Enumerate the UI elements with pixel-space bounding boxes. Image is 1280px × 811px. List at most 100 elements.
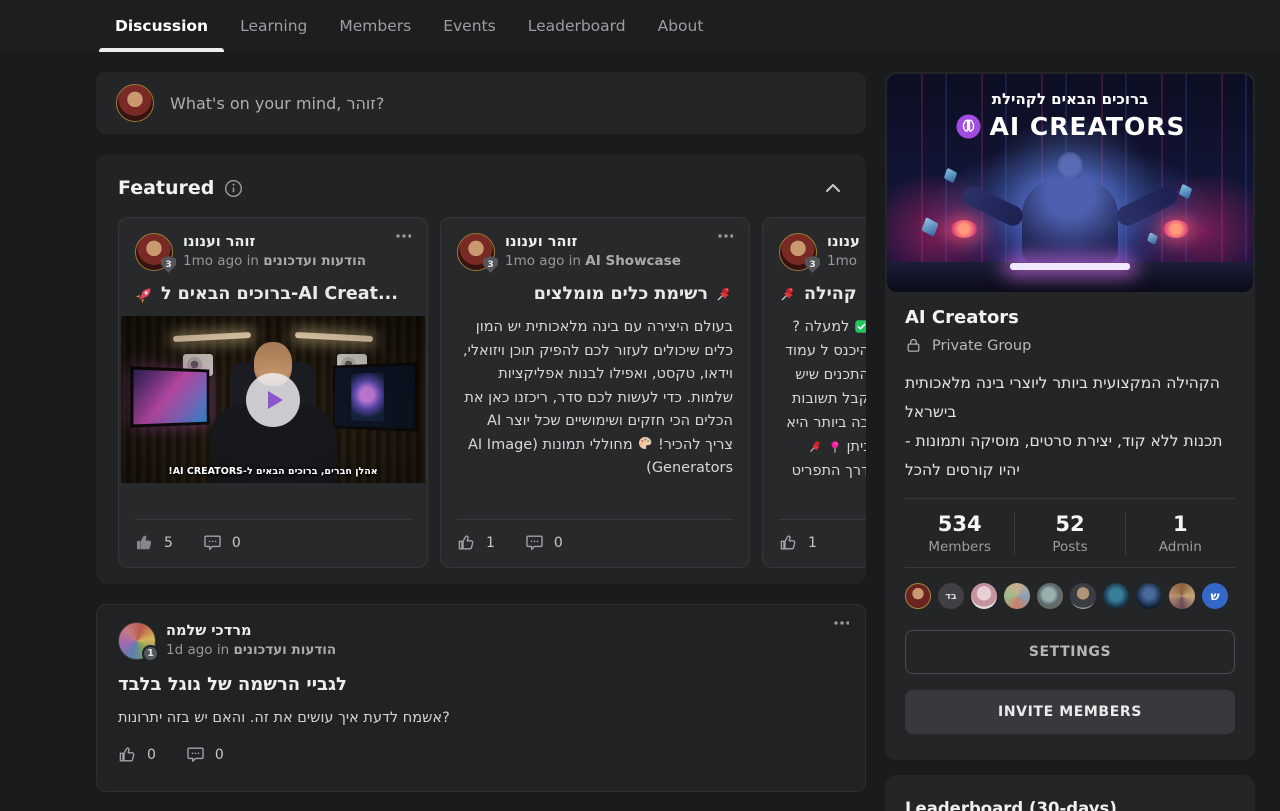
member-avatar[interactable]: בד	[938, 583, 964, 609]
tab-learning[interactable]: Learning	[224, 0, 323, 52]
stat-label: Members	[905, 539, 1014, 555]
featured-section: Featured 3 זוהר וענונו 1mo ago in הודעות…	[96, 154, 866, 584]
group-banner-image[interactable]: ברוכים הבאים לקהילת AI CREATORS	[887, 74, 1253, 292]
banner-figure-hand	[951, 220, 977, 238]
member-avatar[interactable]	[1070, 583, 1096, 609]
play-icon[interactable]	[246, 373, 300, 427]
post-composer[interactable]: What's on your mind, זוהר?	[96, 72, 866, 134]
more-options-icon[interactable]	[717, 234, 733, 238]
thumbs-up-icon	[118, 745, 137, 764]
stat-value: 534	[905, 512, 1014, 536]
tab-label: Discussion	[115, 17, 208, 35]
member-avatar[interactable]: ש	[1202, 583, 1228, 609]
member-avatar[interactable]	[1004, 583, 1030, 609]
member-avatar[interactable]	[1037, 583, 1063, 609]
stat-members[interactable]: 534 Members	[905, 512, 1014, 555]
post-category[interactable]: הודעות ועדכונים	[233, 642, 336, 658]
like-count: 1	[486, 535, 495, 551]
current-user-avatar	[116, 84, 154, 122]
member-avatar[interactable]	[1169, 583, 1195, 609]
author-name[interactable]: זוהר וענונו	[505, 233, 681, 252]
like-button[interactable]: 0	[118, 745, 156, 764]
stat-label: Posts	[1015, 539, 1124, 555]
tab-label: Members	[339, 17, 411, 35]
comment-icon	[203, 533, 222, 552]
tab-leaderboard[interactable]: Leaderboard	[512, 0, 642, 52]
chevron-up-icon[interactable]	[822, 177, 844, 199]
author-avatar[interactable]: 3	[135, 233, 173, 271]
leaderboard-title: Leaderboard (30-days)	[905, 799, 1235, 811]
banner-welcome-text: ברוכים הבאים לקהילת	[887, 90, 1253, 108]
post-time: 1mo ago in	[183, 253, 259, 269]
palette-icon	[637, 435, 653, 451]
post-body-text: היכנס ל עמוד	[779, 339, 866, 363]
author-avatar[interactable]: 3	[457, 233, 495, 271]
like-button[interactable]: 1	[457, 533, 495, 552]
banner-keyboard-glow	[1010, 263, 1130, 270]
featured-card-tools[interactable]: 3 זוהר וענונו 1mo ago in AI Showcase רשי…	[440, 217, 750, 568]
post-body: למעלה ? היכנס ל עמוד התכנים שיש קבל תשוב…	[779, 315, 866, 483]
comment-button[interactable]: 0	[203, 533, 241, 552]
like-count: 5	[164, 535, 173, 551]
author-name[interactable]: זוהר וענונו	[183, 233, 366, 252]
post-body-text: בעולם היצירה עם בינה מלאכותית יש המון כל…	[463, 319, 733, 453]
featured-card-welcome[interactable]: 3 זוהר וענונו 1mo ago in הודעות ועדכונים…	[118, 217, 428, 568]
post-time: 1mo ago in	[505, 253, 581, 269]
feed-post[interactable]: 1 מרדכי שלמה 1d ago in הודעות ועדכונים ל…	[96, 604, 866, 792]
more-options-icon[interactable]	[833, 621, 849, 625]
post-body-text: אשמח לדעת איך עושים את זה. והאם יש בזה י…	[118, 710, 844, 726]
group-stats: 534 Members 52 Posts 1 Admin	[905, 499, 1235, 567]
member-avatar[interactable]	[971, 583, 997, 609]
member-avatar[interactable]	[905, 583, 931, 609]
tab-label: Events	[443, 17, 495, 35]
featured-title: Featured	[118, 177, 214, 199]
main-feed: What's on your mind, זוהר? Featured 3 זו…	[96, 72, 866, 792]
member-avatar[interactable]	[1136, 583, 1162, 609]
tab-discussion[interactable]: Discussion	[99, 0, 224, 52]
video-thumbnail[interactable]: אהלן חברים, ברוכים הבאים ל-AI CREATORS!	[121, 316, 425, 483]
tab-members[interactable]: Members	[323, 0, 427, 52]
like-button[interactable]: 5	[135, 533, 173, 552]
author-name[interactable]: מרדכי שלמה	[166, 622, 336, 641]
like-count: 1	[808, 535, 817, 551]
author-avatar[interactable]: 3	[779, 233, 817, 271]
comment-button[interactable]: 0	[186, 745, 224, 764]
tab-label: Learning	[240, 17, 307, 35]
post-body-text: דרך התפריט	[779, 459, 866, 483]
like-button[interactable]: 1	[779, 533, 817, 552]
post-title: קהילה	[804, 284, 857, 304]
post-title: ברוכים הבאים ל-AI Creat...	[161, 284, 398, 304]
post-category[interactable]: הודעות ועדכונים	[263, 253, 366, 269]
tab-events[interactable]: Events	[427, 0, 511, 52]
info-icon[interactable]	[224, 179, 243, 198]
brain-icon	[955, 113, 982, 140]
stat-posts[interactable]: 52 Posts	[1014, 512, 1124, 555]
author-avatar[interactable]: 1	[118, 622, 156, 660]
post-title[interactable]: לגביי הרשמה של גוגל בלבד	[118, 674, 844, 695]
leaderboard-card: Leaderboard (30-days)	[885, 775, 1255, 811]
more-options-icon[interactable]	[395, 234, 411, 238]
comment-icon	[525, 533, 544, 552]
thumbs-up-icon	[457, 533, 476, 552]
comment-button[interactable]: 0	[525, 533, 563, 552]
featured-card-community-guide[interactable]: 3 ענונו 1mo קהילה למעלה ? היכנס ל עמוד ה…	[762, 217, 866, 568]
invite-members-button[interactable]: INVITE MEMBERS	[905, 690, 1235, 734]
post-time: 1d ago in	[166, 642, 229, 658]
tab-label: About	[658, 17, 704, 35]
tab-label: Leaderboard	[528, 17, 626, 35]
tab-about[interactable]: About	[642, 0, 720, 52]
post-category[interactable]: AI Showcase	[585, 253, 681, 269]
post-body: בעולם היצירה עם בינה מלאכותית יש המון כל…	[457, 316, 733, 481]
stat-admins[interactable]: 1 Admin	[1125, 512, 1235, 555]
post-body-text: בה ביותר היא	[779, 411, 866, 435]
level-badge: 3	[161, 256, 176, 273]
post-body-text: למעלה ?	[792, 319, 849, 335]
post-body-text: התכנים שיש	[779, 363, 866, 387]
group-sidebar: ברוכים הבאים לקהילת AI CREATORS AI Creat…	[885, 72, 1255, 811]
video-caption: אהלן חברים, ברוכים הבאים ל-AI CREATORS!	[121, 466, 425, 477]
post-title: רשימת כלים מומלצים	[534, 284, 708, 304]
pushpin-icon	[808, 439, 823, 454]
member-avatar[interactable]	[1103, 583, 1129, 609]
settings-button[interactable]: SETTINGS	[905, 630, 1235, 674]
author-name[interactable]: ענונו	[827, 233, 860, 252]
